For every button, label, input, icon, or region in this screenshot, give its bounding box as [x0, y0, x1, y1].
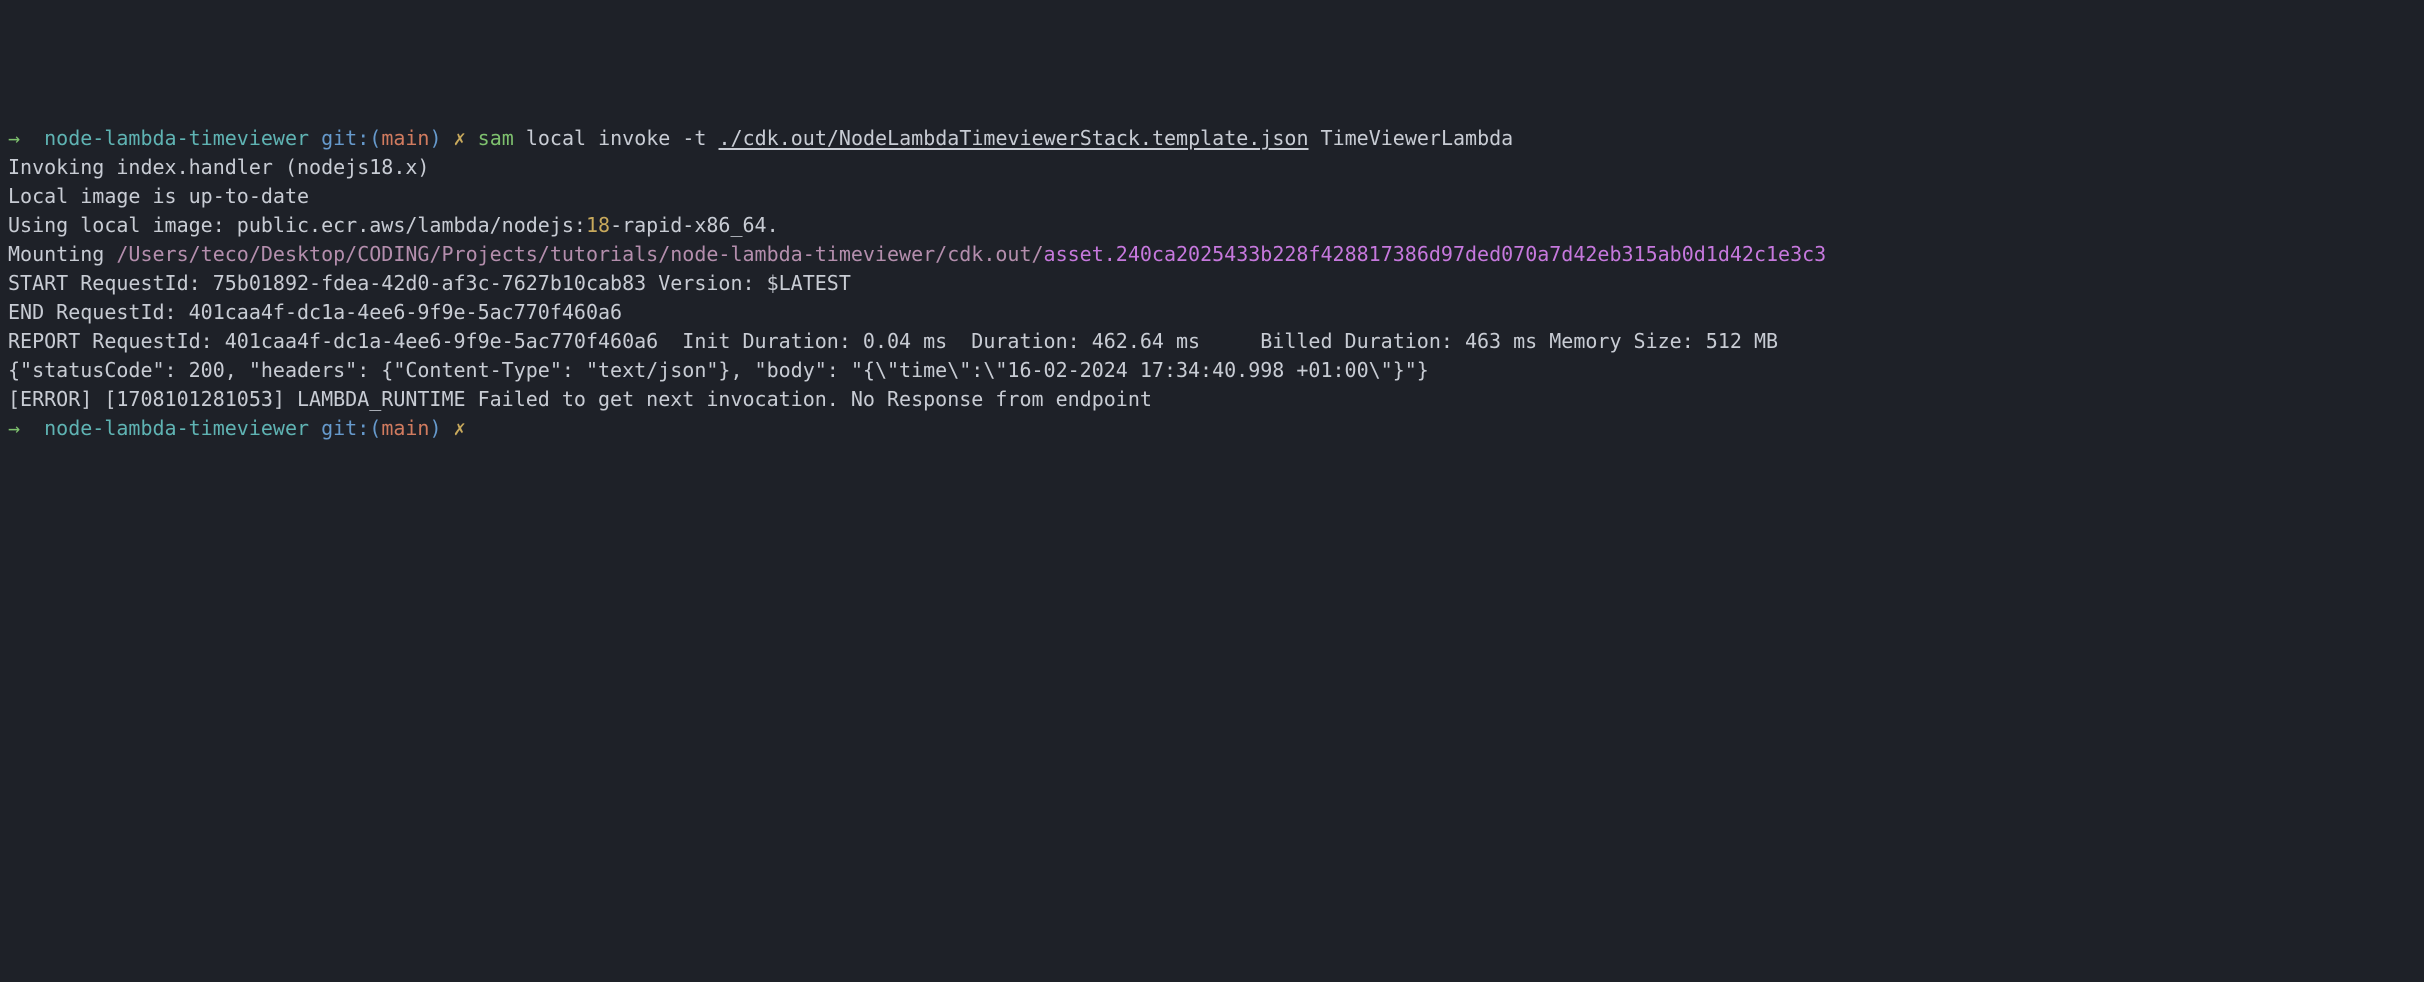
template-path: ./cdk.out/NodeLambdaTimeviewerStack.temp…	[719, 126, 1309, 150]
output-mounting: Mounting /Users/teco/Desktop/CODING/Proj…	[8, 240, 2416, 269]
command-name: sam	[478, 126, 514, 150]
terminal[interactable]: → node-lambda-timeviewer git:(main) ✗ sa…	[8, 124, 2416, 443]
prompt-dir: node-lambda-timeviewer	[44, 416, 309, 440]
output-start: START RequestId: 75b01892-fdea-42d0-af3c…	[8, 269, 2416, 298]
nodejs-version: 18	[586, 213, 610, 237]
mounting-label: Mounting	[8, 242, 116, 266]
output-end: END RequestId: 401caa4f-dc1a-4ee6-9f9e-5…	[8, 298, 2416, 327]
git-close: )	[429, 416, 441, 440]
command-args-post: TimeViewerLambda	[1309, 126, 1514, 150]
prompt-arrow: →	[8, 126, 20, 150]
output-local-image: Local image is up-to-date	[8, 182, 2416, 211]
git-close: )	[429, 126, 441, 150]
git-branch: main	[381, 416, 429, 440]
output-report: REPORT RequestId: 401caa4f-dc1a-4ee6-9f9…	[8, 327, 2416, 356]
prompt-line-2: → node-lambda-timeviewer git:(main) ✗	[8, 414, 2416, 443]
prompt-arrow: →	[8, 416, 20, 440]
output-using-local: Using local image: public.ecr.aws/lambda…	[8, 211, 2416, 240]
git-branch: main	[381, 126, 429, 150]
mounting-path: /Users/teco/Desktop/CODING/Projects/tuto…	[116, 242, 1043, 266]
output-response: {"statusCode": 200, "headers": {"Content…	[8, 356, 2416, 385]
using-local-pre: Using local image: public.ecr.aws/lambda…	[8, 213, 586, 237]
prompt-dir: node-lambda-timeviewer	[44, 126, 309, 150]
dirty-mark: ✗	[454, 126, 466, 150]
output-error: [ERROR] [1708101281053] LAMBDA_RUNTIME F…	[8, 385, 2416, 414]
command-args-pre: local invoke -t	[526, 126, 719, 150]
mounting-asset: asset.240ca2025433b228f428817386d97ded07…	[1044, 242, 1827, 266]
using-local-post: -rapid-x86_64.	[610, 213, 779, 237]
output-invoking: Invoking index.handler (nodejs18.x)	[8, 153, 2416, 182]
git-label: git:(	[321, 416, 381, 440]
prompt-line-1: → node-lambda-timeviewer git:(main) ✗ sa…	[8, 124, 2416, 153]
git-label: git:(	[321, 126, 381, 150]
dirty-mark: ✗	[454, 416, 466, 440]
